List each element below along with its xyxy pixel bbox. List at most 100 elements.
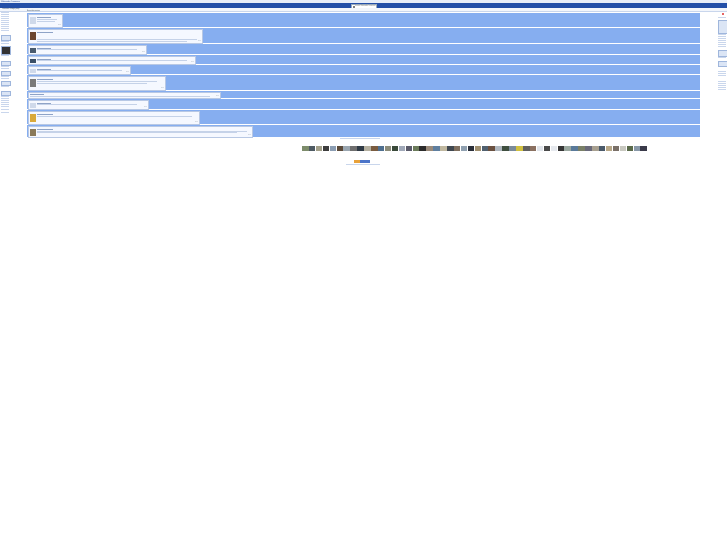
- strip-thumbnail[interactable]: [384, 146, 392, 151]
- post-thumbnail[interactable]: [30, 102, 36, 108]
- sidebar-link[interactable]: [0, 98, 9, 100]
- strip-thumbnail[interactable]: [329, 146, 337, 151]
- sidebar-link[interactable]: [717, 57, 726, 59]
- sidebar-link[interactable]: [717, 81, 726, 83]
- strip-thumbnail[interactable]: [578, 146, 585, 151]
- sidebar-link[interactable]: [0, 22, 9, 24]
- sidebar-link[interactable]: [717, 87, 726, 89]
- strip-thumbnail[interactable]: [585, 146, 592, 151]
- sidebar-link[interactable]: [0, 104, 9, 106]
- sidebar-link[interactable]: [0, 96, 9, 98]
- post-thumbnail[interactable]: [30, 47, 36, 53]
- post-thumbnail[interactable]: [30, 128, 36, 136]
- strip-thumbnail[interactable]: [495, 146, 502, 151]
- sidebar-link[interactable]: [0, 100, 9, 102]
- sidebar-link[interactable]: [0, 109, 9, 111]
- strip-thumbnail[interactable]: [557, 146, 565, 151]
- post-meta[interactable]: Reply: [198, 41, 201, 42]
- post-thumbnail[interactable]: [30, 78, 36, 87]
- strip-thumbnail[interactable]: [308, 146, 316, 151]
- strip-thumbnail[interactable]: [343, 146, 350, 151]
- strip-thumbnail[interactable]: [419, 146, 426, 151]
- sidebar-link[interactable]: [0, 24, 9, 26]
- post-meta[interactable]: Reply: [216, 96, 219, 97]
- post-meta[interactable]: Reply: [195, 122, 198, 123]
- strip-thumbnail[interactable]: [536, 146, 544, 151]
- sidebar-link[interactable]: [717, 38, 726, 40]
- sidebar-link[interactable]: [717, 73, 726, 75]
- strip-thumbnail[interactable]: [592, 146, 599, 151]
- post-author[interactable]: [37, 58, 51, 60]
- sidebar-link[interactable]: [717, 83, 726, 85]
- sidebar-link[interactable]: [717, 36, 726, 38]
- sidebar-link[interactable]: [717, 85, 726, 87]
- strip-thumbnail[interactable]: [543, 146, 551, 151]
- sidebar-link[interactable]: [717, 75, 726, 77]
- sidebar-link[interactable]: [0, 16, 9, 18]
- strip-thumbnail[interactable]: [571, 146, 578, 151]
- sidebar-link[interactable]: [0, 41, 9, 43]
- post-thumbnail[interactable]: [30, 113, 36, 122]
- sidebar-link[interactable]: [717, 34, 726, 36]
- strip-thumbnail[interactable]: [626, 146, 634, 151]
- sidebar-link[interactable]: [0, 43, 9, 45]
- strip-thumbnail[interactable]: [315, 146, 323, 151]
- post-thumbnail[interactable]: [30, 31, 36, 40]
- post-author[interactable]: [37, 102, 51, 104]
- sidebar-link[interactable]: [0, 18, 9, 20]
- strip-thumbnail[interactable]: [398, 146, 406, 151]
- strip-thumbnail[interactable]: [605, 146, 613, 151]
- strip-thumbnail[interactable]: [426, 146, 433, 151]
- sidebar-link[interactable]: [717, 42, 726, 44]
- post-author[interactable]: [37, 79, 53, 80]
- sidebar-link[interactable]: [0, 106, 9, 108]
- strip-thumbnail[interactable]: [336, 146, 344, 151]
- post-meta[interactable]: Reply: [142, 52, 145, 53]
- strip-thumbnail[interactable]: [640, 146, 647, 151]
- sidebar-link[interactable]: [0, 66, 9, 68]
- post-thumbnail[interactable]: [30, 68, 36, 73]
- strip-thumbnail[interactable]: [453, 146, 461, 151]
- sidebar-link[interactable]: [0, 14, 9, 16]
- sidebar-link[interactable]: [717, 44, 726, 46]
- strip-thumbnail[interactable]: [529, 146, 537, 151]
- post-meta[interactable]: Reply: [58, 25, 61, 26]
- strip-thumbnail[interactable]: [371, 146, 378, 151]
- post-author[interactable]: [37, 32, 53, 33]
- footer-logo[interactable]: [354, 160, 370, 163]
- strip-thumbnail[interactable]: [447, 146, 454, 151]
- sidebar-link[interactable]: [717, 40, 726, 42]
- strip-thumbnail[interactable]: [516, 146, 523, 151]
- strip-thumbnail[interactable]: [433, 146, 440, 151]
- strip-thumbnail[interactable]: [377, 146, 385, 151]
- sidebar-link[interactable]: [0, 26, 9, 28]
- strip-thumbnail[interactable]: [350, 146, 357, 151]
- strip-thumbnail[interactable]: [460, 146, 468, 151]
- post-meta[interactable]: Reply: [161, 88, 164, 89]
- post-meta[interactable]: Reply: [191, 62, 194, 63]
- post-meta[interactable]: Reply: [144, 107, 147, 108]
- post-author[interactable]: [37, 68, 51, 70]
- strip-thumbnail[interactable]: [481, 146, 489, 151]
- post-author[interactable]: [37, 17, 51, 18]
- sidebar-link[interactable]: [0, 28, 9, 30]
- strip-thumbnail[interactable]: [488, 146, 495, 151]
- post-meta[interactable]: Reply: [248, 135, 251, 136]
- pagination[interactable]: [340, 138, 380, 140]
- strip-thumbnail[interactable]: [391, 146, 399, 151]
- sidebar-link[interactable]: [0, 68, 9, 70]
- strip-thumbnail[interactable]: [509, 146, 516, 151]
- sidebar-link[interactable]: [0, 12, 9, 14]
- sidebar-link[interactable]: [0, 30, 9, 32]
- strip-thumbnail[interactable]: [364, 146, 371, 151]
- post-author[interactable]: [37, 114, 53, 115]
- post-meta[interactable]: Reply: [126, 72, 129, 73]
- sidebar-link[interactable]: [717, 89, 726, 91]
- strip-thumbnail[interactable]: [523, 146, 530, 151]
- strip-thumbnail[interactable]: [357, 146, 364, 151]
- sidebar-link[interactable]: [0, 55, 9, 57]
- sidebar-link[interactable]: [0, 102, 9, 104]
- sidebar-link[interactable]: [717, 46, 726, 48]
- strip-thumbnail[interactable]: [440, 146, 447, 151]
- post-author[interactable]: [30, 94, 44, 95]
